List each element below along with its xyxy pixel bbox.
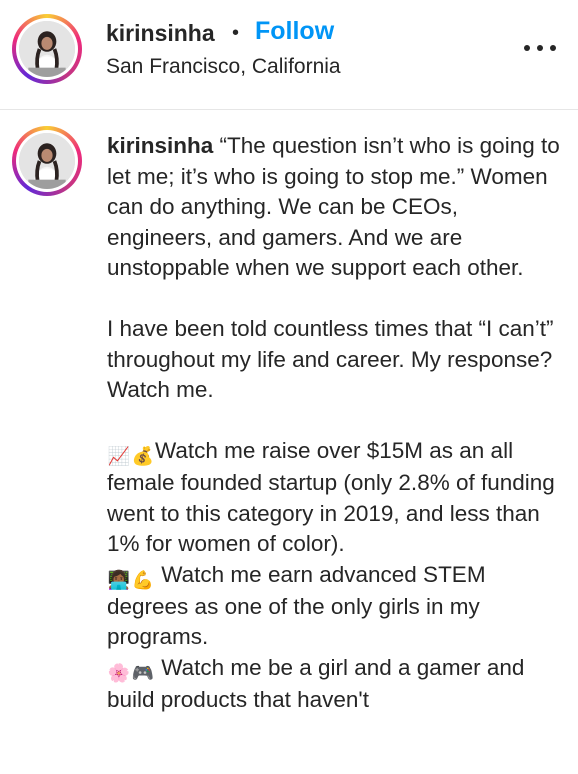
caption-line-funding: Watch me raise over $15M as an all femal…	[107, 438, 562, 556]
cherry-blossom-emoji-icon: 🌸	[107, 662, 131, 683]
caption-username-link[interactable]: kirinsinha	[107, 133, 213, 158]
caption-line-gamer: Watch me be a girl and a gamer and build…	[107, 654, 531, 712]
caption-paragraph-2: I have been told countless times that “I…	[107, 316, 560, 402]
profile-photo	[19, 21, 75, 77]
more-options-icon[interactable]	[520, 36, 560, 60]
caption-comment: kirinsinha “The question isn’t who is go…	[0, 111, 578, 774]
flexed-biceps-emoji-icon: 💪	[131, 569, 155, 590]
woman-technologist-emoji-icon: 👩🏾‍💻	[107, 569, 131, 590]
caption-line-stem: Watch me earn advanced STEM degrees as o…	[107, 561, 492, 650]
post-header: kirinsinha • Follow San Francisco, Calif…	[0, 0, 578, 110]
video-game-emoji-icon: 🎮	[131, 662, 155, 683]
money-bag-emoji-icon: 💰	[131, 446, 155, 466]
caption-text: kirinsinha “The question isn’t who is go…	[107, 131, 562, 715]
caption-profile-photo	[19, 133, 75, 189]
location-link[interactable]: San Francisco, California	[106, 55, 341, 79]
separator-dot: •	[232, 22, 240, 44]
caption-avatar[interactable]	[12, 126, 82, 196]
chart-increasing-emoji-icon: 📈	[107, 446, 131, 466]
username-link[interactable]: kirinsinha	[106, 20, 215, 47]
avatar[interactable]	[12, 14, 82, 84]
follow-button[interactable]: Follow	[255, 17, 334, 46]
